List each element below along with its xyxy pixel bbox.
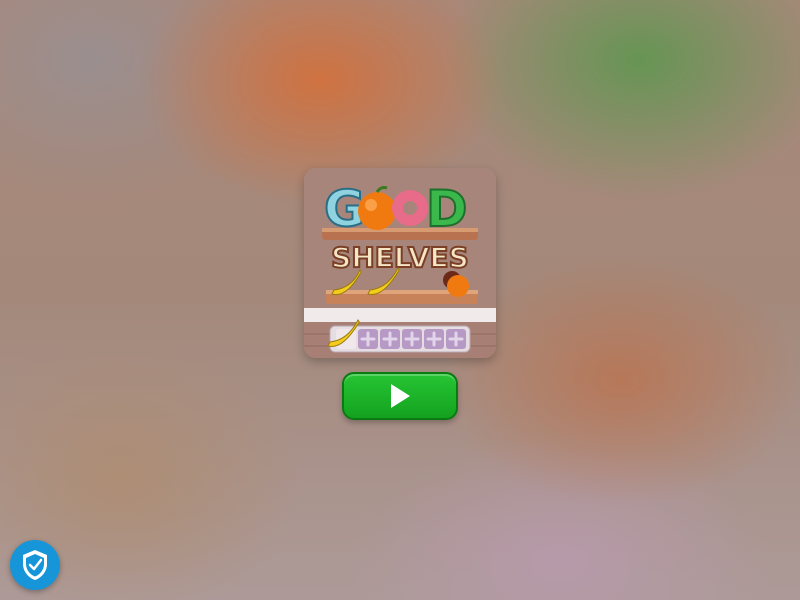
play-button[interactable] bbox=[342, 372, 458, 420]
orange-icon bbox=[447, 275, 469, 297]
title-shelves: SHELVES bbox=[331, 241, 469, 274]
game-thumbnail[interactable]: G D SHELVES bbox=[304, 168, 496, 358]
orange-icon bbox=[358, 192, 396, 230]
title-letter-d: D bbox=[426, 180, 468, 238]
game-thumbnail-art: G D SHELVES bbox=[304, 168, 496, 358]
shield-check-icon bbox=[23, 550, 47, 580]
privacy-shield-button[interactable] bbox=[10, 540, 60, 590]
play-icon bbox=[391, 384, 410, 408]
